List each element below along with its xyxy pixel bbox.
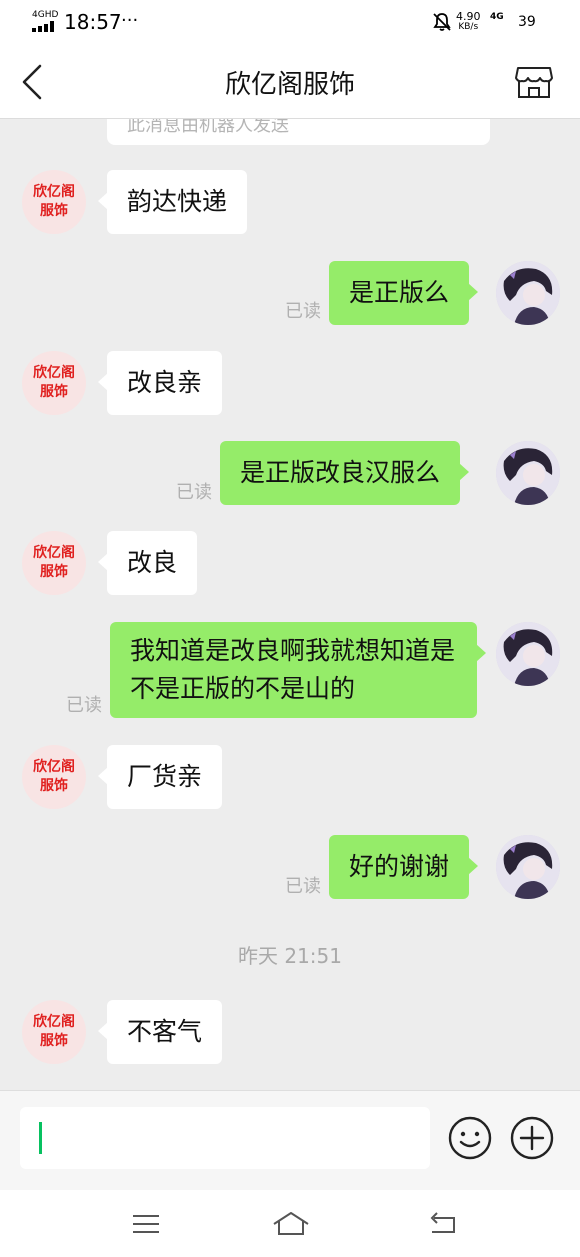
shop-avatar-text: 欣亿阁 服饰	[33, 365, 75, 400]
shop-avatar[interactable]: 欣亿阁 服饰	[22, 745, 86, 809]
battery-level: 39	[518, 14, 536, 30]
user-avatar[interactable]	[496, 835, 560, 899]
input-bar	[0, 1090, 580, 1190]
network-type: 4G	[490, 12, 504, 22]
shop-avatar-text: 欣亿阁 服饰	[33, 1014, 75, 1049]
read-status: 已读	[285, 301, 321, 322]
user-avatar[interactable]	[496, 261, 560, 325]
read-status: 已读	[176, 482, 212, 503]
sent-message[interactable]: 我知道是改良啊我就想知道是不是正版的不是山的	[110, 622, 486, 718]
sent-message[interactable]: 是正版么	[329, 261, 479, 325]
signal-icon	[32, 21, 58, 32]
read-status: 已读	[66, 695, 102, 716]
text-cursor	[39, 1122, 42, 1154]
mute-bell-icon	[433, 13, 451, 31]
user-avatar-image	[496, 622, 560, 686]
home-icon[interactable]	[272, 1208, 310, 1240]
back-nav-icon[interactable]	[428, 1208, 460, 1240]
network-label: 4GHD	[32, 10, 59, 20]
clock: 18:57	[64, 10, 122, 34]
plus-circle-icon[interactable]	[510, 1116, 554, 1160]
user-avatar-image	[496, 441, 560, 505]
smiley-icon[interactable]	[448, 1116, 492, 1160]
speed-value: 4.90	[456, 10, 481, 23]
shop-avatar[interactable]: 欣亿阁 服饰	[22, 351, 86, 415]
received-message[interactable]: 改良	[97, 531, 198, 595]
user-avatar-image	[496, 261, 560, 325]
shop-avatar-text: 欣亿阁 服饰	[33, 545, 75, 580]
speed-unit: KB/s	[458, 22, 479, 32]
system-navigation-bar	[0, 1190, 580, 1257]
received-message[interactable]: 韵达快递	[97, 170, 248, 234]
store-icon[interactable]	[514, 64, 554, 100]
message-timestamp: 昨天 21:51	[238, 944, 342, 968]
chat-header: 欣亿阁服饰	[0, 44, 580, 119]
menu-icon[interactable]	[130, 1208, 162, 1240]
user-avatar[interactable]	[496, 622, 560, 686]
user-avatar-image	[496, 835, 560, 899]
message-input[interactable]	[20, 1107, 430, 1169]
robot-notice-text: 此消息由机器人发送	[127, 119, 289, 136]
received-message[interactable]: 不客气	[97, 1000, 223, 1064]
sent-message[interactable]: 好的谢谢	[329, 835, 479, 899]
received-message[interactable]: 厂货亲	[97, 745, 223, 809]
received-message[interactable]: 改良亲	[97, 351, 223, 415]
network-speed: 4.90 KB/s	[456, 11, 481, 33]
status-bar: 4GHD 18:57 ··· 4.90 KB/s 4G 39	[0, 0, 580, 44]
read-status: 已读	[285, 876, 321, 897]
shop-avatar-text: 欣亿阁 服饰	[33, 759, 75, 794]
sent-message[interactable]: 是正版改良汉服么	[220, 441, 470, 505]
shop-avatar[interactable]: 欣亿阁 服饰	[22, 531, 86, 595]
user-avatar[interactable]	[496, 441, 560, 505]
chat-title: 欣亿阁服饰	[224, 70, 355, 100]
robot-notice: 此消息由机器人发送	[107, 119, 490, 145]
shop-avatar[interactable]: 欣亿阁 服饰	[22, 1000, 86, 1064]
shop-avatar[interactable]: 欣亿阁 服饰	[22, 170, 86, 234]
more-notifications-icon: ···	[121, 10, 139, 31]
shop-avatar-text: 欣亿阁 服饰	[33, 184, 75, 219]
